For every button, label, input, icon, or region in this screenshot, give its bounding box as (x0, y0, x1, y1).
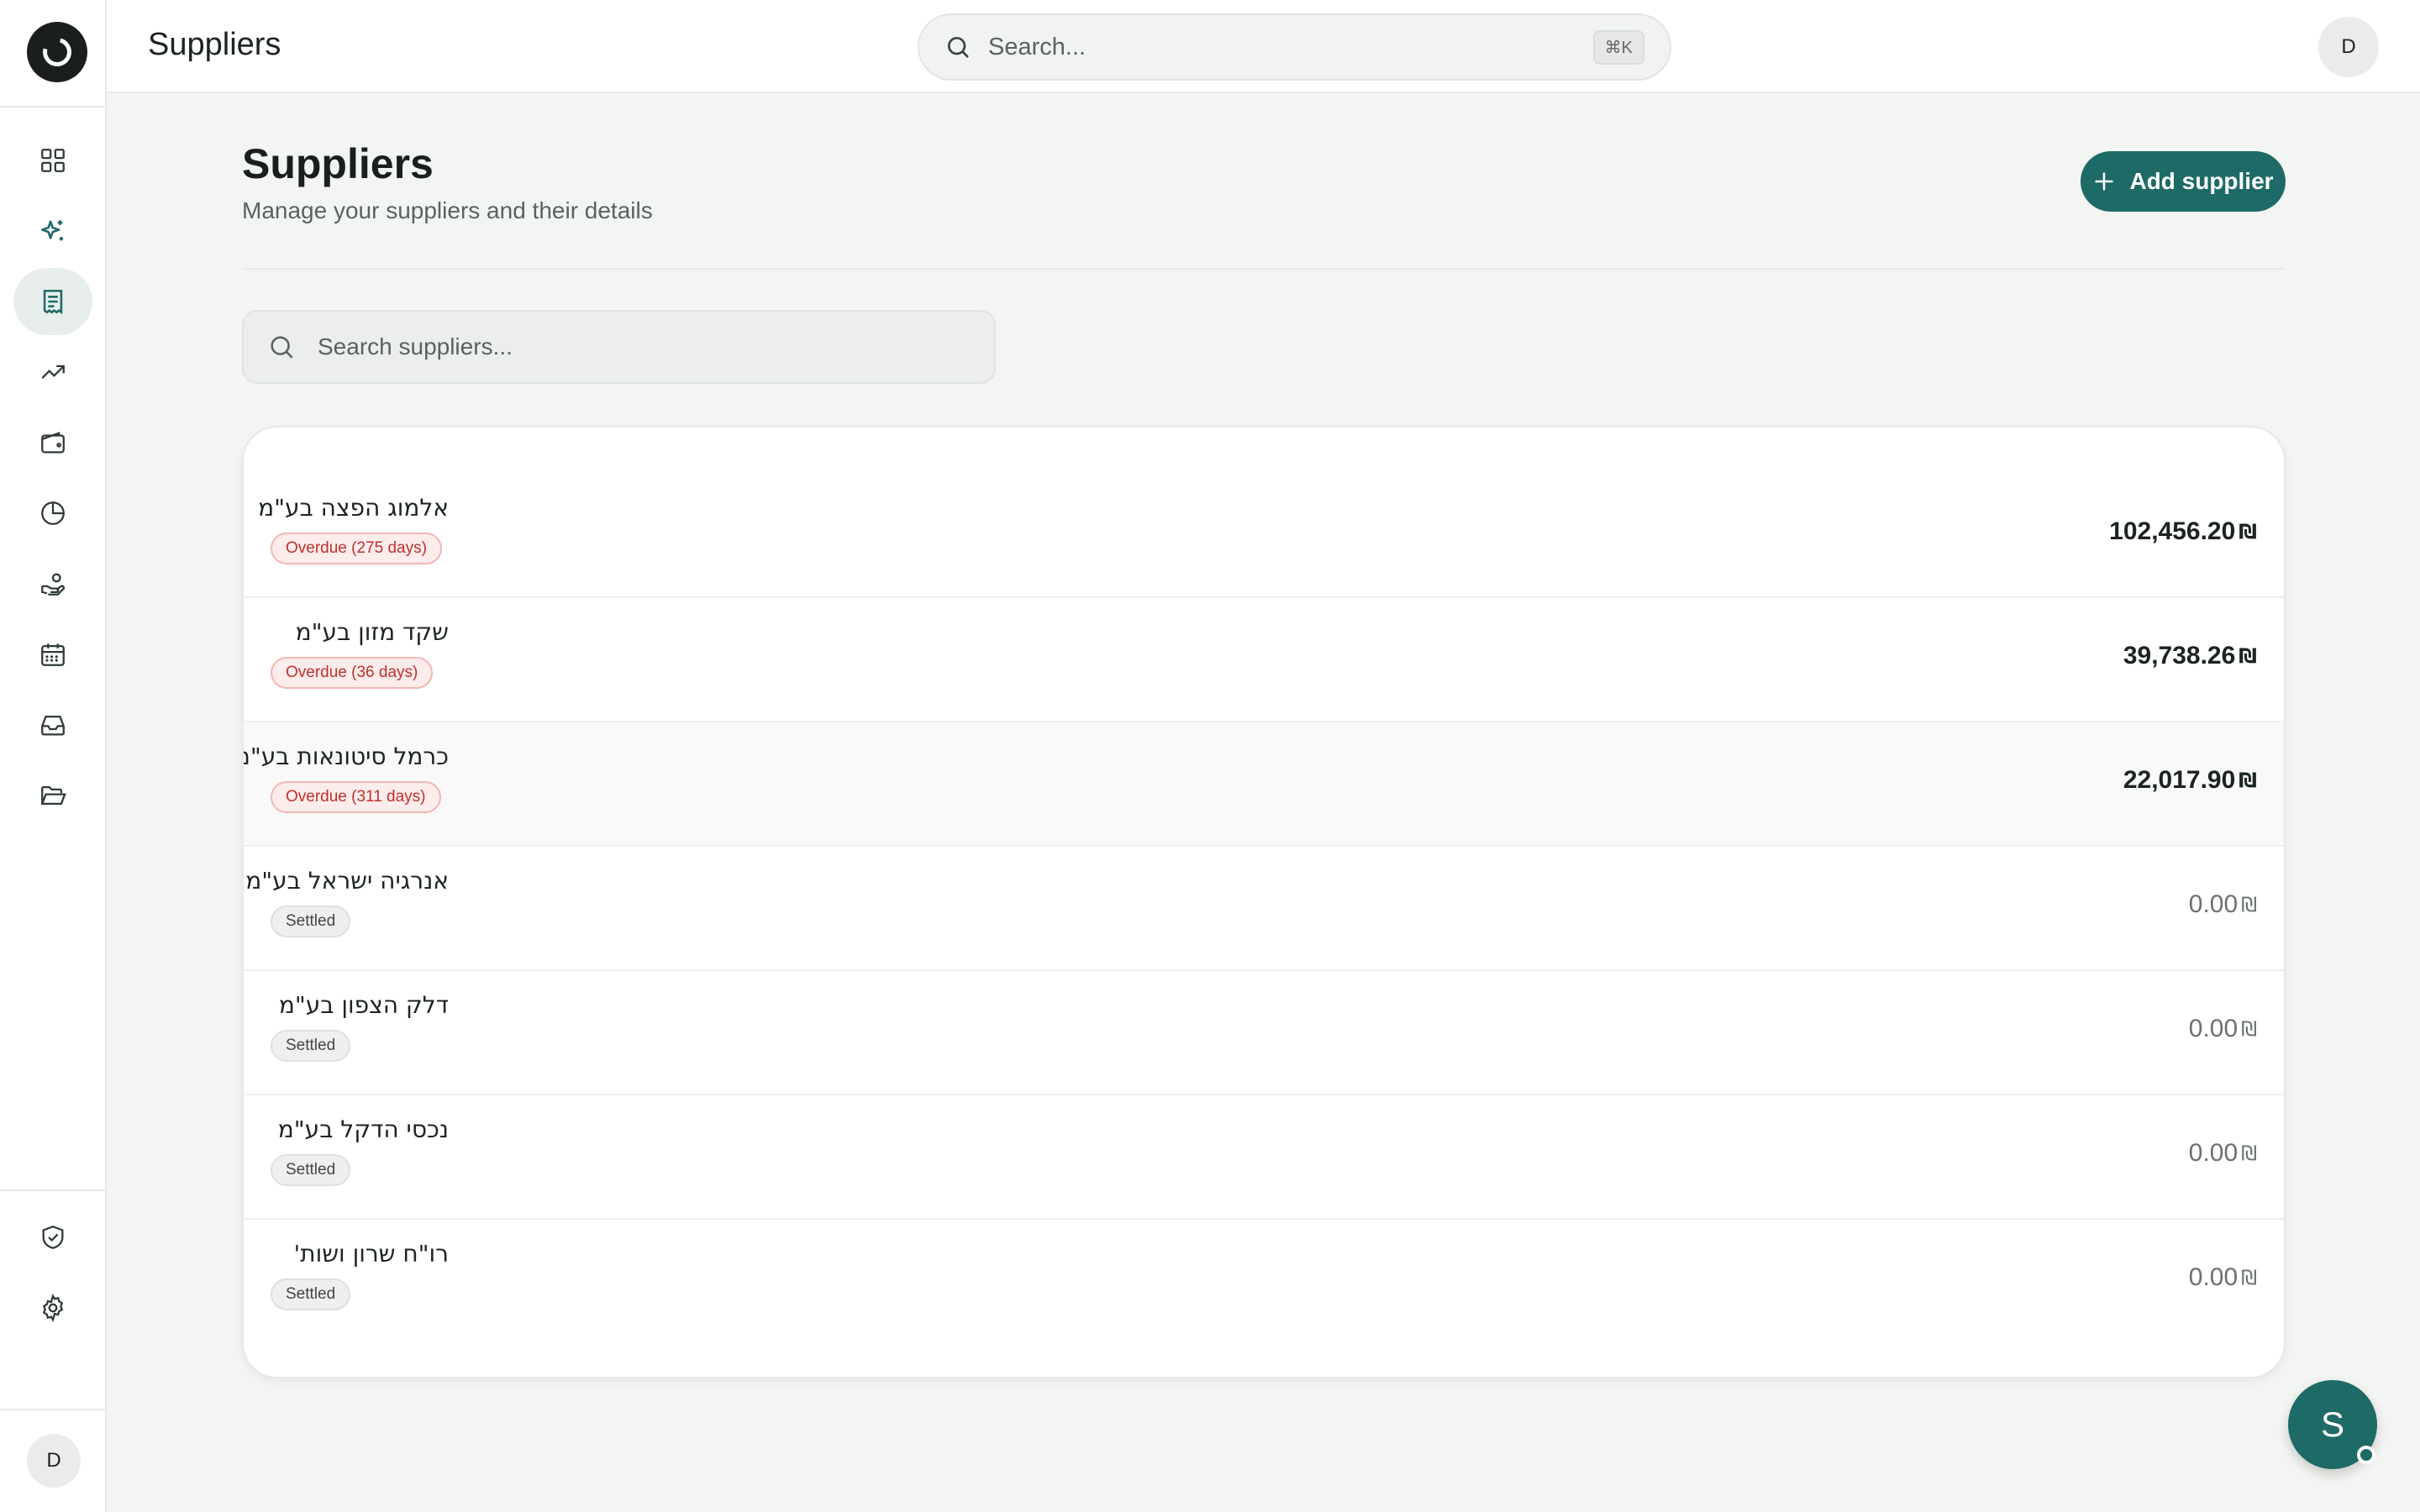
balance-amount: 0.00 (2188, 1015, 2238, 1042)
supplier-row[interactable]: אלמוג הפצה בע"מ Overdue (275 days) 102,4… (244, 474, 2284, 598)
folder-open-icon (40, 785, 66, 806)
inbox-icon (41, 715, 65, 736)
balance-amount: 22,017.90 (2123, 766, 2236, 794)
sidebar-divider (0, 106, 105, 108)
supplier-row[interactable]: שקד מזון בע"מ Overdue (36 days) 39,738.2… (244, 598, 2284, 722)
search-shortcut-badge: ⌘K (1592, 29, 1644, 65)
add-supplier-label: Add supplier (2129, 168, 2274, 194)
sidebar-item-reports[interactable] (13, 480, 92, 547)
supplier-name: שקד מזון בע"מ (295, 618, 449, 646)
sidebar-divider (0, 1409, 105, 1410)
supplier-balance: 0.00 ₪ (2189, 890, 2257, 919)
currency-symbol: ₪ (2241, 1017, 2257, 1041)
supplier-name: רו"ח שרון ושות' (293, 1240, 449, 1268)
balance-amount: 0.00 (2188, 1263, 2238, 1291)
sidebar-item-invoices[interactable] (13, 268, 92, 335)
supplier-row[interactable]: אנרגיה ישראל בע"מ Settled 0.00 ₪ (244, 847, 2284, 971)
header-divider (242, 268, 2286, 270)
supplier-search-input[interactable] (318, 333, 971, 360)
plus-icon (2095, 172, 2114, 191)
sidebar-item-settings[interactable] (13, 1274, 92, 1341)
status-badge: Settled (271, 1278, 351, 1310)
hand-coins-icon (41, 573, 66, 596)
balance-amount: 0.00 (2188, 1139, 2238, 1167)
currency-symbol: ₪ (2241, 893, 2257, 916)
pie-chart-icon (41, 501, 65, 525)
sidebar-item-inbox[interactable] (13, 691, 92, 759)
balance-amount: 39,738.26 (2123, 642, 2236, 669)
currency-symbol: ₪ (2241, 1266, 2257, 1289)
balance-amount: 0.00 (2188, 890, 2238, 918)
currency-symbol: ₪ (2238, 520, 2257, 543)
suppliers-list-card: אלמוג הפצה בע"מ Overdue (275 days) 102,4… (242, 426, 2286, 1378)
status-badge: Overdue (311 days) (271, 781, 441, 813)
chat-assistant-button[interactable]: S (2288, 1380, 2377, 1469)
supplier-balance: 39,738.26 ₪ (2123, 642, 2257, 670)
supplier-row[interactable]: כרמל סיטונאות בע"מ Overdue (311 days) 22… (244, 722, 2284, 847)
user-avatar[interactable]: D (27, 1434, 81, 1488)
supplier-balance: 0.00 ₪ (2189, 1139, 2257, 1168)
currency-symbol: ₪ (2238, 644, 2257, 668)
status-badge: Settled (271, 1030, 351, 1062)
supplier-row[interactable]: דלק הצפון בע"מ Settled 0.00 ₪ (244, 971, 2284, 1095)
supplier-balance: 0.00 ₪ (2189, 1263, 2257, 1292)
header-title: Suppliers (148, 27, 281, 62)
sidebar-item-wallet[interactable] (13, 409, 92, 476)
supplier-search[interactable] (242, 310, 996, 384)
status-badge: Settled (271, 1154, 351, 1186)
status-badge: Overdue (275 days) (271, 533, 442, 564)
supplier-row[interactable]: רו"ח שרון ושות' Settled 0.00 ₪ (244, 1220, 2284, 1344)
sidebar: D (0, 0, 107, 1512)
sidebar-item-trends[interactable] (13, 339, 92, 406)
supplier-name: אלמוג הפצה בע"מ (258, 494, 449, 522)
supplier-balance: 102,456.20 ₪ (2109, 517, 2257, 546)
app-window: D Suppliers ⌘K D Suppliers Manage your s… (0, 0, 2420, 1512)
gear-icon (42, 1294, 64, 1322)
calendar-icon (41, 643, 65, 666)
sidebar-item-files[interactable] (13, 762, 92, 829)
sidebar-item-ai[interactable] (13, 197, 92, 265)
status-badge: Overdue (36 days) (271, 657, 434, 689)
chat-assistant-label: S (2320, 1404, 2344, 1444)
sidebar-item-payments[interactable] (13, 550, 92, 617)
page-title: Suppliers (242, 140, 434, 187)
receipt-icon (43, 289, 63, 315)
currency-symbol: ₪ (2238, 769, 2257, 792)
account-avatar[interactable]: D (2318, 17, 2379, 77)
global-search-input[interactable] (988, 33, 1593, 61)
supplier-balance: 0.00 ₪ (2189, 1015, 2257, 1043)
sidebar-item-security[interactable] (13, 1204, 92, 1271)
supplier-balance: 22,017.90 ₪ (2123, 766, 2257, 795)
supplier-name: כרמל סיטונאות בע"מ (242, 743, 449, 770)
add-supplier-button[interactable]: Add supplier (2081, 151, 2286, 212)
wallet-icon (41, 432, 65, 454)
app-logo[interactable] (27, 22, 87, 82)
supplier-name: נכסי הדקל בע"מ (277, 1116, 449, 1143)
sparkles-icon (40, 220, 64, 241)
currency-symbol: ₪ (2241, 1142, 2257, 1165)
page-subtitle: Manage your suppliers and their details (242, 197, 653, 223)
sidebar-item-calendar[interactable] (13, 621, 92, 688)
search-icon (271, 336, 293, 359)
trending-up-icon (41, 365, 65, 379)
supplier-name: אנרגיה ישראל בע"מ (245, 867, 449, 895)
sidebar-item-dashboard[interactable] (13, 127, 92, 194)
shield-check-icon (42, 1226, 64, 1249)
sidebar-divider (0, 1189, 105, 1191)
search-icon (948, 37, 969, 58)
top-bar: Suppliers ⌘K D (107, 0, 2420, 93)
global-search[interactable]: ⌘K (918, 13, 1671, 81)
balance-amount: 102,456.20 (2109, 517, 2236, 545)
grid-icon (41, 149, 65, 172)
status-badge: Settled (271, 906, 351, 937)
supplier-name: דלק הצפון בע"מ (278, 991, 449, 1019)
suppliers-list: אלמוג הפצה בע"מ Overdue (275 days) 102,4… (244, 474, 2284, 1344)
supplier-row[interactable]: נכסי הדקל בע"מ Settled 0.00 ₪ (244, 1095, 2284, 1220)
online-status-dot (2357, 1446, 2375, 1464)
